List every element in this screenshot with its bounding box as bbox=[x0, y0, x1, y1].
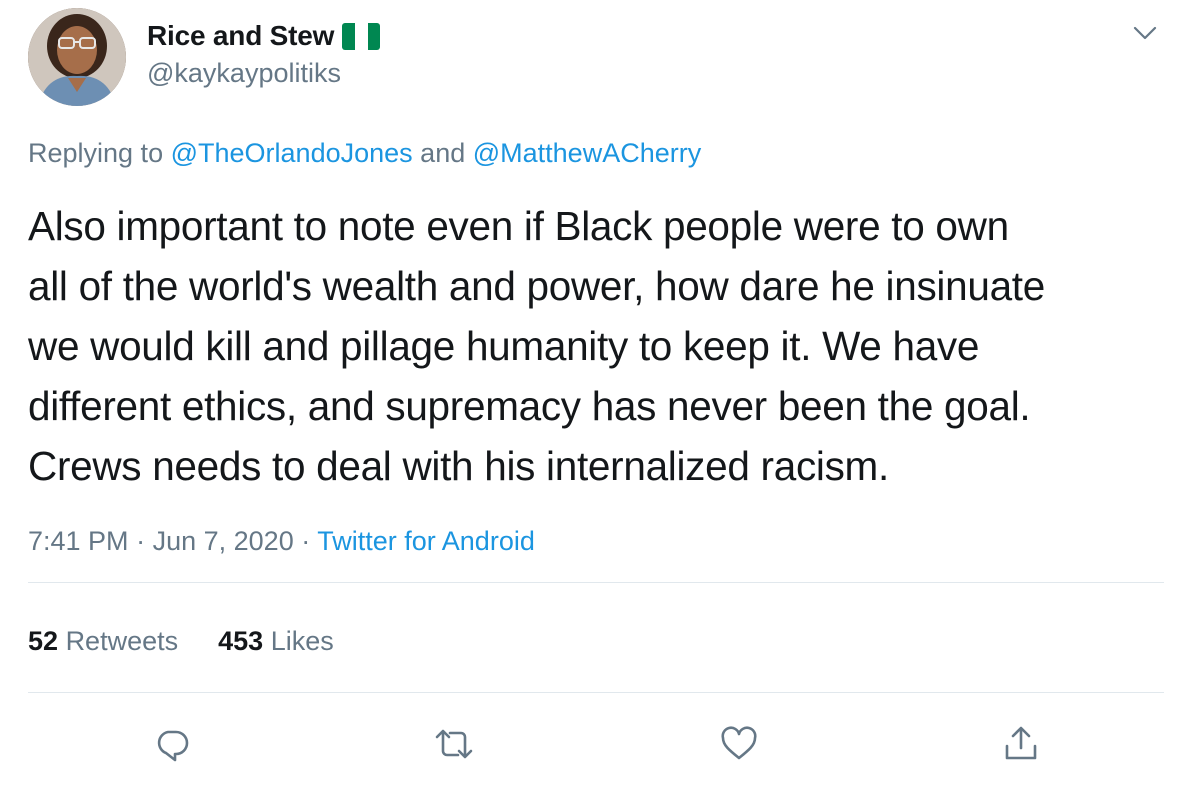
retweets-stat[interactable]: 52 Retweets bbox=[28, 626, 178, 657]
divider bbox=[28, 692, 1164, 693]
retweet-icon bbox=[435, 729, 473, 759]
replying-to: Replying to @TheOrlandoJones and @Matthe… bbox=[28, 138, 701, 169]
tweet-text: Also important to note even if Black peo… bbox=[28, 203, 1045, 489]
retweet-button[interactable] bbox=[432, 722, 476, 766]
chevron-down-icon[interactable] bbox=[1132, 24, 1158, 42]
likes-stat[interactable]: 453 Likes bbox=[218, 626, 334, 657]
retweets-label: Retweets bbox=[65, 626, 179, 656]
mention-link[interactable]: @MatthewACherry bbox=[473, 138, 701, 168]
tweet-source-link[interactable]: Twitter for Android bbox=[317, 526, 535, 556]
avatar-image bbox=[28, 8, 126, 106]
share-button[interactable] bbox=[999, 722, 1043, 766]
tweet-date[interactable]: Jun 7, 2020 bbox=[153, 526, 294, 556]
tweet-time[interactable]: 7:41 PM bbox=[28, 526, 129, 556]
mention-link[interactable]: @TheOrlandoJones bbox=[171, 138, 413, 168]
share-icon bbox=[1005, 726, 1037, 760]
tweet-meta: 7:41 PM · Jun 7, 2020 · Twitter for Andr… bbox=[28, 526, 535, 557]
tweet-card: Rice and Stew @kaykaypolitiks Replying t… bbox=[0, 0, 1188, 788]
reply-icon bbox=[157, 730, 189, 762]
heart-icon bbox=[721, 726, 757, 760]
avatar[interactable] bbox=[28, 8, 126, 106]
replying-to-joiner: and bbox=[420, 138, 466, 168]
divider bbox=[28, 582, 1164, 583]
user-handle[interactable]: @kaykaypolitiks bbox=[147, 58, 341, 89]
replying-to-label: Replying to bbox=[28, 138, 164, 168]
tweet-actions bbox=[0, 722, 1188, 766]
tweet-stats: 52 Retweets 453 Likes bbox=[28, 626, 334, 657]
nigeria-flag-icon bbox=[342, 22, 381, 50]
display-name[interactable]: Rice and Stew bbox=[147, 20, 334, 52]
name-row: Rice and Stew bbox=[147, 18, 381, 54]
retweets-count: 52 bbox=[28, 626, 59, 656]
meta-separator: · bbox=[301, 526, 311, 556]
reply-button[interactable] bbox=[150, 722, 194, 766]
likes-count: 453 bbox=[218, 626, 264, 656]
meta-separator: · bbox=[136, 526, 146, 556]
like-button[interactable] bbox=[717, 722, 761, 766]
likes-label: Likes bbox=[270, 626, 334, 656]
